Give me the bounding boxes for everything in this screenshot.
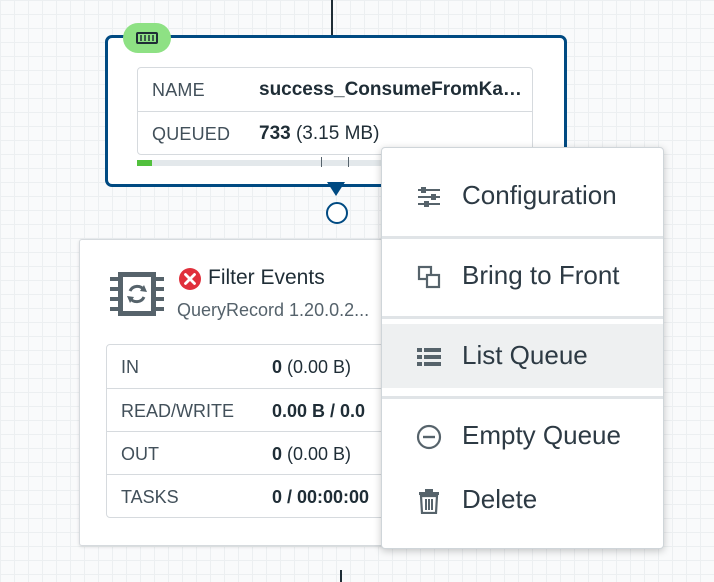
- bring-to-front-icon: [417, 265, 441, 289]
- stat-value: 0 / 00:00:00: [272, 487, 369, 508]
- menu-divider: [382, 236, 663, 239]
- stat-row-tasks: TASKS 0 / 00:00:00: [107, 474, 397, 517]
- menu-item-label: Delete: [462, 484, 538, 514]
- stat-row-read-write: READ/WRITE 0.00 B / 0.0: [107, 388, 397, 432]
- stat-value-bold: 0: [272, 357, 283, 377]
- menu-item-empty-queue[interactable]: Empty Queue: [382, 404, 663, 468]
- stat-value: 0.00 B / 0.0: [272, 401, 365, 422]
- connection-name-row: NAME success_ConsumeFromKa…: [138, 68, 532, 111]
- menu-item-label: List Queue: [462, 340, 588, 370]
- menu-item-bring-to-front[interactable]: Bring to Front: [382, 244, 663, 308]
- connection-badge: [123, 23, 171, 53]
- stat-value-bold: 0 / 00:00:00: [272, 487, 370, 507]
- queue-icon: [136, 32, 158, 44]
- list-icon: [417, 348, 441, 366]
- connection-line-top: [331, 0, 333, 35]
- menu-item-configuration[interactable]: Configuration: [382, 164, 663, 228]
- processor-stats: IN 0 (0.00 B) READ/WRITE 0.00 B / 0.0 OU…: [106, 344, 398, 518]
- minus-circle-icon: [416, 424, 442, 450]
- name-label: NAME: [152, 80, 205, 100]
- stat-label: IN: [121, 357, 139, 377]
- stat-row-in: IN 0 (0.00 B): [107, 345, 397, 388]
- connection-name: success_ConsumeFromKa…: [259, 79, 522, 100]
- name-value: success_ConsumeFromKa…: [259, 79, 522, 101]
- connection-line-bottom: [340, 570, 342, 582]
- menu-divider: [382, 396, 663, 399]
- error-icon[interactable]: [178, 267, 202, 291]
- threshold-tick: [348, 157, 349, 167]
- stat-label: OUT: [121, 444, 159, 464]
- stat-value: 0 (0.00 B): [272, 444, 351, 465]
- menu-item-label: Empty Queue: [462, 420, 621, 450]
- stat-label: TASKS: [121, 487, 179, 507]
- stat-label: READ/WRITE: [121, 401, 235, 421]
- stat-value-rest: (0.00 B): [282, 357, 352, 377]
- threshold-tick: [321, 157, 322, 167]
- processor-type: QueryRecord 1.20.0.2...: [177, 300, 370, 320]
- stat-value-rest: (0.00 B): [282, 444, 352, 464]
- stat-row-out: OUT 0 (0.00 B): [107, 431, 397, 475]
- stat-value: 0 (0.00 B): [272, 357, 351, 378]
- menu-item-label: Bring to Front: [462, 260, 620, 290]
- menu-divider: [382, 316, 663, 319]
- queued-value: 733 (3.15 MB): [259, 123, 379, 145]
- processor-name: Filter Events: [208, 266, 325, 289]
- connection-arrow: [327, 182, 345, 196]
- menu-item-list-queue[interactable]: List Queue: [382, 324, 663, 388]
- stat-value-bold: 0.00 B / 0.0: [272, 401, 366, 421]
- connection-details: NAME success_ConsumeFromKa… QUEUED 733 (…: [137, 67, 533, 155]
- connection-endpoint[interactable]: [326, 202, 348, 224]
- queued-size: (3.15 MB): [290, 123, 380, 144]
- context-menu: Configuration Bring to Front List Queue …: [381, 147, 664, 549]
- processor-icon: [110, 269, 164, 319]
- menu-item-delete[interactable]: Delete: [382, 468, 663, 532]
- queued-label: QUEUED: [152, 124, 231, 144]
- trash-icon: [419, 489, 439, 514]
- queue-progress-fill: [137, 160, 152, 166]
- queued-count: 733: [259, 123, 291, 144]
- sliders-icon: [418, 187, 440, 207]
- stat-value-bold: 0: [272, 444, 283, 464]
- menu-item-label: Configuration: [462, 180, 617, 210]
